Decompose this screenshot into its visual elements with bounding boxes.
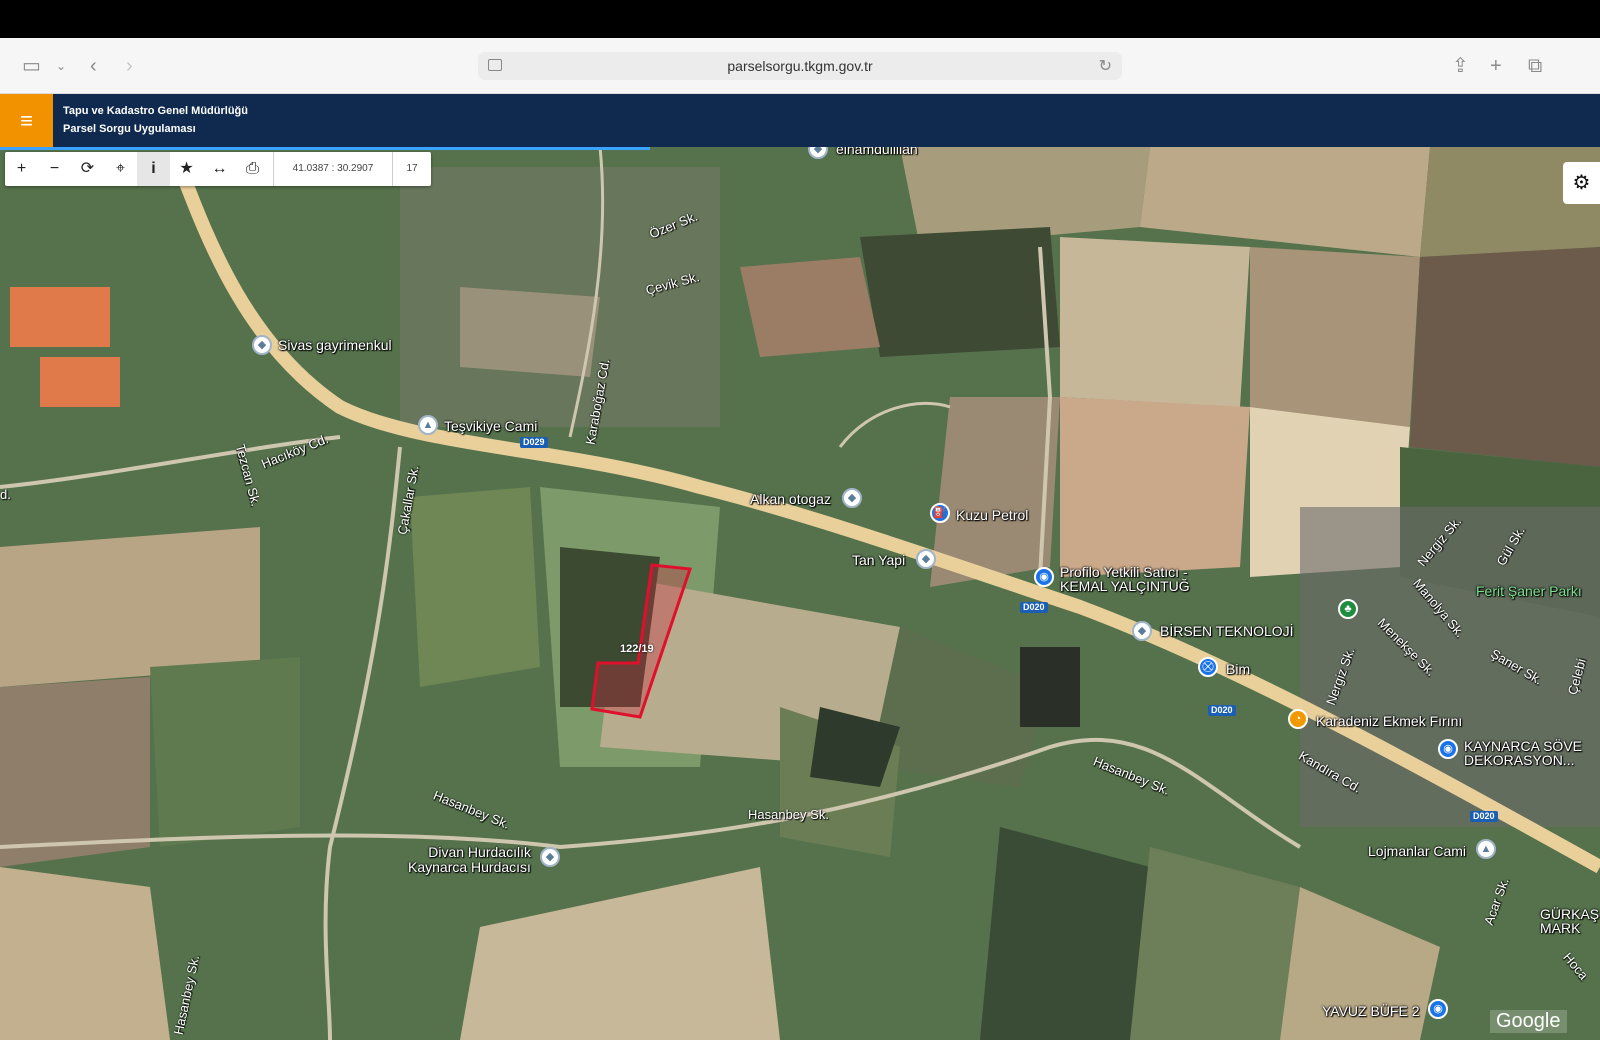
- place-pin-icon[interactable]: ◆: [540, 847, 560, 867]
- parcel-label: 122/19: [620, 643, 654, 655]
- app-title-line1: Tapu ve Kadastro Genel Müdürlüğü: [63, 105, 248, 117]
- place-label-birsen: BİRSEN TEKNOLOJİ: [1160, 623, 1294, 639]
- tabs-icon[interactable]: ⧉: [1528, 56, 1542, 76]
- address-bar[interactable]: parselsorgu.tkgm.gov.tr ↻: [478, 52, 1122, 80]
- route-shield-d020-2: D020: [1208, 705, 1236, 716]
- place-label-alkan: Alkan otogaz: [750, 491, 831, 507]
- place-label-yavuz: YAVUZ BÜFE 2: [1322, 1003, 1420, 1019]
- route-shield-d020-1: D020: [1020, 602, 1048, 613]
- road-label-hasanbey-2: Hasanbey Sk.: [748, 807, 829, 822]
- place-label-profilo-line2: KEMAL YALÇINTUĞ: [1060, 578, 1190, 594]
- app-title: Tapu ve Kadastro Genel Müdürlüğü Parsel …: [63, 102, 248, 138]
- place-label-profilo: Profilo Yetkili Satıcı - KEMAL YALÇINTUĞ: [1060, 565, 1190, 593]
- shop-pin-icon[interactable]: ◉: [1428, 999, 1448, 1019]
- zoom-level-readout: 17: [406, 163, 418, 174]
- chevron-down-icon[interactable]: ⌄: [56, 56, 66, 76]
- forward-icon[interactable]: ›: [126, 56, 133, 76]
- info-icon[interactable]: i: [137, 152, 170, 186]
- map-imagery: [0, 147, 1600, 1040]
- place-label-profilo-line1: Profilo Yetkili Satıcı -: [1060, 564, 1188, 580]
- place-label-gurkas: GÜRKAŞ Y MARK: [1540, 907, 1600, 935]
- place-label-gurkas-line1: GÜRKAŞ Y: [1540, 906, 1600, 922]
- locate-icon[interactable]: ⌖: [104, 152, 137, 186]
- map-toolbar: + − ⟳ ⌖ i ★ ↔ ⎙ 41.0387 : 30.2907 17: [5, 152, 431, 186]
- bakery-pin-icon[interactable]: ◔: [1288, 709, 1308, 729]
- mosque-pin-icon[interactable]: ▲: [1476, 839, 1496, 859]
- coordinate-readout: 41.0387 : 30.2907: [273, 152, 393, 186]
- place-label-kaynarca-line1: KAYNARCA SÖVE: [1464, 738, 1583, 754]
- share-icon[interactable]: ⇪: [1452, 56, 1469, 76]
- mosque-pin-icon[interactable]: ▲: [418, 415, 438, 435]
- place-pin-icon[interactable]: ◆: [1132, 621, 1152, 641]
- park-pin-icon[interactable]: ♣: [1338, 599, 1358, 619]
- print-icon[interactable]: ⎙: [236, 152, 269, 186]
- place-label-bim: Bim: [1226, 661, 1251, 677]
- place-label-kaynarca: KAYNARCA SÖVE DEKORASYON...: [1464, 739, 1582, 767]
- place-label-kaynarca-line2: DEKORASYON...: [1464, 752, 1575, 768]
- place-label-divan-line1: Divan Hurdacılık: [428, 844, 531, 860]
- loading-progress-bar: [0, 147, 650, 150]
- google-attribution: Google: [1490, 1010, 1567, 1033]
- reload-icon[interactable]: ↻: [1099, 56, 1112, 76]
- route-shield-d029: D029: [520, 437, 548, 448]
- place-label-elhamdulillah: elhamdulillah: [836, 147, 918, 157]
- cart-pin-icon[interactable]: ⛒: [1198, 657, 1218, 677]
- place-pin-icon[interactable]: ◆: [842, 488, 862, 508]
- place-label-ferit: Ferit Şaner Parkı: [1476, 583, 1582, 599]
- refresh-icon[interactable]: ⟳: [71, 152, 104, 186]
- place-pin-icon[interactable]: ◆: [916, 549, 936, 569]
- zoom-in-button[interactable]: +: [5, 152, 38, 186]
- place-pin-icon[interactable]: ◆: [252, 335, 272, 355]
- screen-top-bar: [0, 0, 1600, 38]
- shop-pin-icon[interactable]: ◉: [1034, 567, 1054, 587]
- place-label-tan: Tan Yapi: [852, 552, 906, 568]
- shop-pin-icon[interactable]: ◉: [1438, 739, 1458, 759]
- place-label-karadeniz: Karadeniz Ekmek Fırını: [1316, 713, 1463, 729]
- new-tab-icon[interactable]: +: [1490, 56, 1502, 76]
- url-text: parselsorgu.tkgm.gov.tr: [727, 58, 873, 74]
- back-icon[interactable]: ‹: [90, 56, 97, 76]
- fuel-pin-icon[interactable]: ⛽: [930, 503, 950, 523]
- place-label-gurkas-line2: MARK: [1540, 920, 1581, 936]
- settings-gear-button[interactable]: ⚙: [1563, 162, 1600, 204]
- browser-toolbar: ▭ ⌄ ‹ › parselsorgu.tkgm.gov.tr ↻ ⇪ + ⧉: [0, 38, 1600, 94]
- place-label-lojmanlar: Lojmanlar Cami: [1368, 843, 1467, 859]
- app-title-line2: Parsel Sorgu Uygulaması: [63, 123, 196, 135]
- road-label-d: d.: [0, 487, 11, 502]
- measure-icon[interactable]: ↔: [203, 152, 236, 186]
- place-label-divan: Divan Hurdacılık Kaynarca Hurdacısı: [408, 845, 531, 875]
- place-label-sivas: Sivas gayrimenkul: [278, 337, 392, 353]
- zoom-out-button[interactable]: −: [38, 152, 71, 186]
- star-icon[interactable]: ★: [170, 152, 203, 186]
- place-label-kuzu: Kuzu Petrol: [956, 507, 1029, 523]
- satellite-map[interactable]: 122/19 ◆ elhamdulillah ◆ Sivas gayrimenk…: [0, 147, 1600, 1040]
- place-label-tesvikiye: Teşvikiye Cami: [444, 418, 538, 434]
- place-label-divan-line2: Kaynarca Hurdacısı: [408, 859, 531, 875]
- route-shield-d020-3: D020: [1470, 811, 1498, 822]
- hamburger-menu-button[interactable]: ≡: [0, 94, 53, 147]
- sidebar-icon[interactable]: ▭: [22, 56, 41, 76]
- app-header: ≡ Tapu ve Kadastro Genel Müdürlüğü Parse…: [0, 94, 1600, 147]
